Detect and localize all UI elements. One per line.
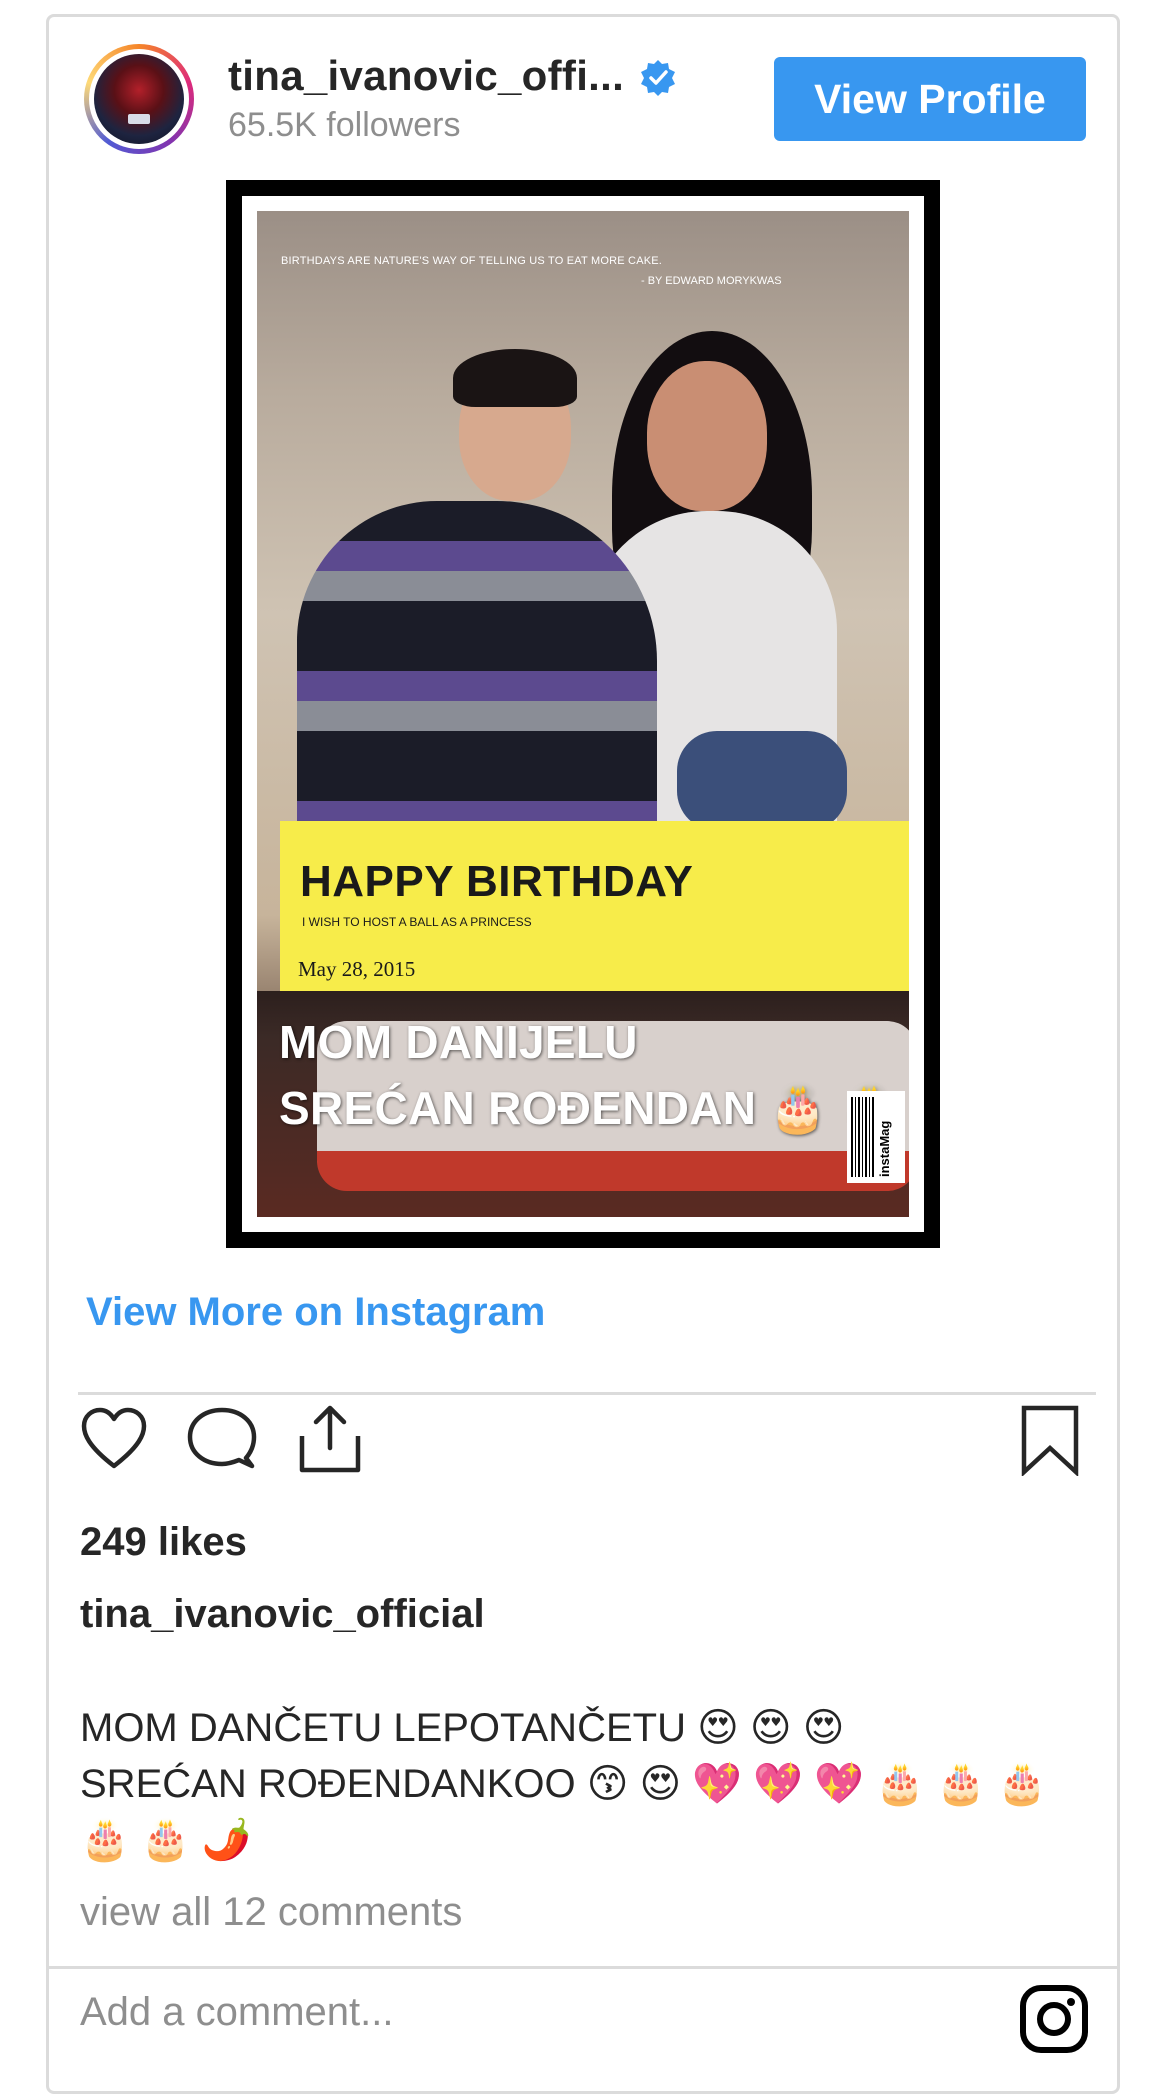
add-comment-input[interactable]: Add a comment... <box>80 1990 393 2035</box>
image-caption-line-2: SREĆAN ROĐENDAN 🎂 🎂 <box>279 1082 898 1134</box>
profile-username[interactable]: tina_ivanovic_offi... <box>228 52 624 100</box>
post-quote: BIRTHDAYS ARE NATURE'S WAY OF TELLING US… <box>281 255 663 267</box>
avatar-image <box>94 54 184 144</box>
instagram-logo-icon[interactable] <box>1018 1983 1090 2055</box>
follower-count: 65.5K followers <box>228 106 461 144</box>
verified-badge-icon <box>641 60 675 96</box>
post-quote-author: - BY EDWARD MORYKWAS <box>641 275 782 287</box>
post-photo: BIRTHDAYS ARE NATURE'S WAY OF TELLING US… <box>257 211 909 1217</box>
view-all-comments-link[interactable]: view all 12 comments <box>80 1890 462 1935</box>
comment-icon[interactable] <box>186 1404 258 1476</box>
caption-text: MOM DANČETU LEPOTANČETU 😍 😍 😍 SREĆAN ROĐ… <box>80 1706 1047 1862</box>
barcode-brand: instaMag <box>877 1120 892 1177</box>
banner-title: HAPPY BIRTHDAY <box>300 857 694 906</box>
image-caption-line-1: MOM DANIJELU <box>279 1016 638 1068</box>
like-count[interactable]: 249 likes <box>80 1520 247 1565</box>
barcode: instaMag <box>847 1091 905 1183</box>
birthday-banner: HAPPY BIRTHDAY I WISH TO HOST A BALL AS … <box>280 821 909 991</box>
view-more-link[interactable]: View More on Instagram <box>86 1290 545 1335</box>
banner-date: May 28, 2015 <box>298 957 416 981</box>
banner-subtitle: I WISH TO HOST A BALL AS A PRINCESS <box>302 915 532 929</box>
divider <box>78 1392 1096 1395</box>
share-icon[interactable] <box>294 1404 366 1476</box>
view-profile-button[interactable]: View Profile <box>774 57 1086 141</box>
post-image[interactable]: BIRTHDAYS ARE NATURE'S WAY OF TELLING US… <box>226 180 940 1248</box>
heart-icon[interactable] <box>78 1404 150 1476</box>
bookmark-icon[interactable] <box>1014 1404 1086 1476</box>
caption-username[interactable]: tina_ivanovic_official <box>80 1592 485 1637</box>
divider <box>46 1966 1120 1969</box>
avatar[interactable] <box>84 44 194 154</box>
